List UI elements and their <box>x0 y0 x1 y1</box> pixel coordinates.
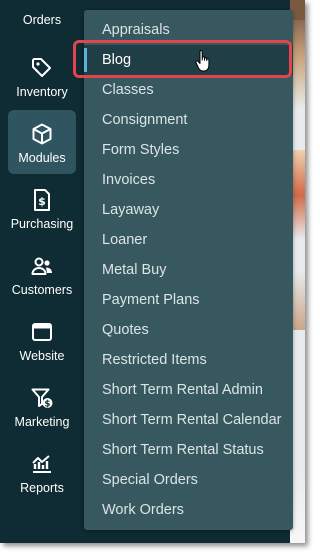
sidebar-item-label: Website <box>19 349 65 363</box>
menu-item-short-term-rental-status[interactable]: Short Term Rental Status <box>84 435 293 465</box>
sidebar-item-modules[interactable]: Modules <box>8 110 76 174</box>
menu-item-consignment[interactable]: Consignment <box>84 105 293 135</box>
menu-item-appraisals[interactable]: Appraisals <box>84 15 293 45</box>
app-window: Orders Inventory Modules $ Purchasing Cu… <box>0 0 305 543</box>
menu-item-short-term-rental-calendar[interactable]: Short Term Rental Calendar <box>84 405 293 435</box>
sidebar-item-label: Marketing <box>14 415 70 429</box>
sidebar-item-inventory[interactable]: Inventory <box>8 44 76 108</box>
sidebar-item-customers[interactable]: Customers <box>8 242 76 306</box>
browser-window-icon <box>30 320 54 344</box>
sidebar-item-label: Purchasing <box>10 217 74 231</box>
users-icon <box>30 254 54 278</box>
sidebar-item-label: Orders <box>22 13 62 27</box>
menu-item-special-orders[interactable]: Special Orders <box>84 465 293 495</box>
hand-pointer-icon <box>194 49 214 73</box>
menu-item-quotes[interactable]: Quotes <box>84 315 293 345</box>
svg-text:$: $ <box>45 399 51 409</box>
svg-text:$: $ <box>38 195 46 208</box>
sidebar-item-label: Modules <box>18 151 66 165</box>
tag-icon <box>30 56 54 80</box>
sidebar-item-marketing[interactable]: $ Marketing <box>8 374 76 438</box>
sidebar-item-website[interactable]: Website <box>8 308 76 372</box>
sidebar-item-label: Reports <box>20 481 64 495</box>
menu-item-blog[interactable]: Blog <box>84 45 293 75</box>
modules-dropdown-menu: Appraisals Blog Classes Consignment Form… <box>84 10 293 530</box>
sidebar-nav: Orders Inventory Modules $ Purchasing Cu… <box>0 0 84 543</box>
sidebar-item-purchasing[interactable]: $ Purchasing <box>8 176 76 240</box>
menu-item-layaway[interactable]: Layaway <box>84 195 293 225</box>
menu-item-work-orders[interactable]: Work Orders <box>84 495 293 525</box>
menu-item-loaner[interactable]: Loaner <box>84 225 293 255</box>
menu-item-classes[interactable]: Classes <box>84 75 293 105</box>
menu-item-form-styles[interactable]: Form Styles <box>84 135 293 165</box>
menu-item-short-term-rental-admin[interactable]: Short Term Rental Admin <box>84 375 293 405</box>
invoice-dollar-icon: $ <box>30 188 54 212</box>
menu-item-invoices[interactable]: Invoices <box>84 165 293 195</box>
sidebar-item-label: Customers <box>11 283 73 297</box>
menu-item-restricted-items[interactable]: Restricted Items <box>84 345 293 375</box>
funnel-dollar-icon: $ <box>30 386 54 410</box>
menu-item-payment-plans[interactable]: Payment Plans <box>84 285 293 315</box>
menu-item-metal-buy[interactable]: Metal Buy <box>84 255 293 285</box>
cube-icon <box>30 122 54 146</box>
sidebar-item-orders[interactable]: Orders <box>8 0 76 42</box>
sidebar-item-reports[interactable]: Reports <box>8 440 76 504</box>
chart-line-icon <box>30 452 54 476</box>
sidebar-item-label: Inventory <box>16 85 68 99</box>
